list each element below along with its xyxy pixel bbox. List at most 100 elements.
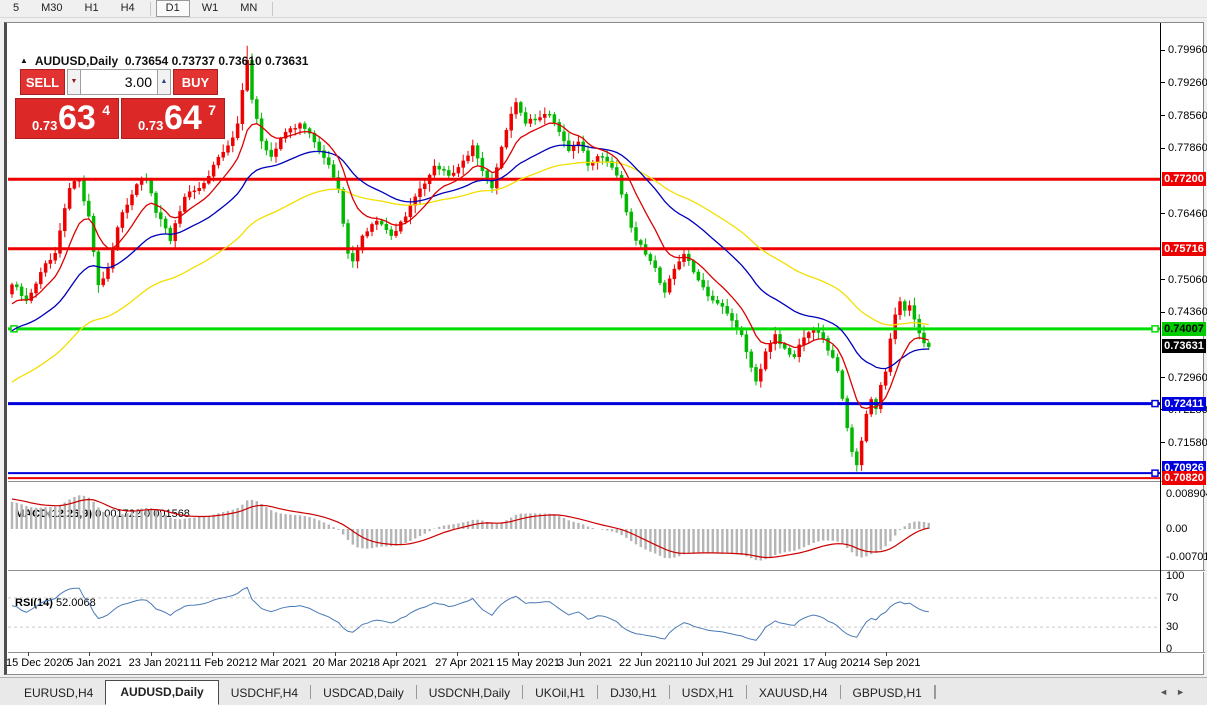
tab-scroll-arrows: ◄► bbox=[1159, 687, 1193, 697]
date-axis-label: 23 Jan 2021 bbox=[128, 657, 190, 669]
date-axis-label: 29 Jul 2021 bbox=[741, 657, 799, 669]
date-axis-tick bbox=[334, 652, 336, 656]
price-axis-tick-label: 0.71580 bbox=[1168, 436, 1207, 449]
timeframe-button-d1[interactable]: D1 bbox=[155, 0, 190, 17]
price-axis-tick bbox=[1161, 115, 1165, 117]
buy-price-pip: 7 bbox=[208, 102, 216, 118]
symbol-tab-dj30[interactable]: DJ30,H1 bbox=[598, 683, 669, 704]
buy-price-big: 64 bbox=[164, 99, 202, 137]
date-axis-label: 8 Apr 2021 bbox=[373, 657, 428, 669]
price-axis-tick-label: 0.78560 bbox=[1168, 109, 1207, 122]
date-axis-label: 4 Sep 2021 bbox=[864, 657, 921, 669]
timeframe-button-5[interactable]: 5 bbox=[3, 0, 29, 17]
symbol-tab-bar: EURUSD,H4 AUDUSD,Daily USDCHF,H4 USDCAD,Dai… bbox=[0, 677, 1207, 705]
sell-button[interactable]: SELL bbox=[20, 69, 65, 95]
price-level-label: 0.77200 bbox=[1162, 172, 1206, 187]
date-axis-tick bbox=[89, 652, 91, 656]
date-axis-tick bbox=[702, 652, 704, 656]
date-axis-label: 17 Aug 2021 bbox=[802, 657, 865, 669]
buy-button[interactable]: BUY bbox=[173, 69, 218, 95]
symbol-tab-xauusd[interactable]: XAUUSD,H4 bbox=[747, 683, 840, 704]
price-axis-tick bbox=[1161, 377, 1165, 379]
sell-price-prefix: 0.73 bbox=[32, 118, 58, 133]
chart-symbol-period: AUDUSD,Daily bbox=[34, 54, 119, 68]
timeframe-button-h1[interactable]: H1 bbox=[75, 0, 109, 17]
price-axis-tick-label: 0.79960 bbox=[1168, 44, 1207, 56]
price-axis-tick bbox=[1161, 442, 1165, 443]
price-level-label: 0.70820 bbox=[1162, 471, 1206, 486]
date-axis-tick bbox=[395, 652, 397, 656]
price-axis-tick bbox=[1161, 82, 1165, 84]
price-axis-tick-label: 0.76460 bbox=[1168, 207, 1207, 220]
price-axis-tick-label: 0.77860 bbox=[1168, 142, 1207, 155]
price-axis-tick-label: 0.74360 bbox=[1168, 306, 1207, 319]
price-level-label: 0.74007 bbox=[1162, 321, 1206, 336]
pane-divider[interactable] bbox=[8, 652, 1205, 654]
date-axis-tick bbox=[641, 652, 642, 656]
timeframe-button-mn[interactable]: MN bbox=[230, 0, 267, 17]
date-axis-label: 20 Mar 2021 bbox=[312, 657, 375, 669]
symbol-tab-usdchf[interactable]: USDCHF,H4 bbox=[219, 683, 310, 704]
timeframe-button-w1[interactable]: W1 bbox=[192, 0, 229, 17]
chart-title: ▲ AUDUSD,Daily 0.73654 0.73737 0.73610 0… bbox=[20, 54, 308, 68]
price-axis-tick bbox=[1161, 279, 1165, 280]
date-axis-tick bbox=[150, 652, 152, 656]
buy-price-box[interactable]: 0.73 64 7 bbox=[121, 98, 225, 139]
symbol-tab-usdx[interactable]: USDX,H1 bbox=[670, 683, 746, 704]
ohlc-open: 0.73654 bbox=[124, 54, 169, 68]
symbol-tab-usdcad[interactable]: USDCAD,Daily bbox=[311, 683, 416, 704]
ohlc-low: 0.73610 bbox=[218, 54, 262, 68]
date-axis-label: 22 Jun 2021 bbox=[619, 657, 680, 669]
tab-scroll-left-icon[interactable]: ◄ bbox=[1159, 687, 1176, 697]
tab-separator bbox=[934, 685, 936, 699]
price-axis-tick bbox=[1161, 49, 1165, 51]
price-level-label: 0.72411 bbox=[1162, 396, 1206, 411]
symbol-tab-eurusd[interactable]: EURUSD,H4 bbox=[12, 683, 105, 704]
date-axis-label: 5 Jan 2021 bbox=[67, 657, 122, 669]
macd-axis-label: 0.00 bbox=[1166, 523, 1188, 535]
date-axis-label: 11 Feb 2021 bbox=[189, 657, 251, 669]
price-level-label: 0.75716 bbox=[1162, 241, 1206, 256]
buy-price-prefix: 0.73 bbox=[138, 118, 164, 133]
date-axis-tick bbox=[211, 652, 213, 656]
price-level-label: 0.73631 bbox=[1162, 339, 1206, 354]
toolbar-separator bbox=[149, 1, 151, 16]
macd-axis-label: -0.007017 bbox=[1166, 550, 1207, 563]
timeframe-button-m30[interactable]: M30 bbox=[31, 0, 72, 17]
rsi-axis-label: 70 bbox=[1166, 591, 1179, 604]
price-axis-tick-label: 0.79260 bbox=[1168, 76, 1207, 89]
date-axis-tick bbox=[273, 652, 275, 656]
timeframe-button-h4[interactable]: H4 bbox=[111, 0, 145, 17]
date-axis-label: 15 May 2021 bbox=[496, 657, 560, 669]
one-click-trade-panel: SELL ▼ ▲ BUY 0.73 63 4 0.73 64 7 bbox=[15, 69, 227, 139]
timeframe-toolbar: 5 M30 H1 H4 D1 W1 MN bbox=[0, 0, 1207, 18]
symbol-tab-gbpusd[interactable]: GBPUSD,H1 bbox=[841, 683, 934, 704]
rsi-axis-label: 0 bbox=[1166, 643, 1173, 655]
macd-axis-label: 0.008904 bbox=[1166, 487, 1207, 500]
date-axis-label: 2 Mar 2021 bbox=[251, 657, 307, 669]
symbol-tab-ukoil[interactable]: UKOil,H1 bbox=[523, 683, 597, 704]
price-axis-tick bbox=[1161, 311, 1165, 313]
volume-increase-button[interactable]: ▲ bbox=[158, 69, 171, 95]
rsi-axis-label: 100 bbox=[1166, 570, 1185, 582]
date-axis-label: 27 Apr 2021 bbox=[435, 657, 495, 669]
ohlc-close: 0.73631 bbox=[265, 54, 309, 68]
date-axis-tick bbox=[28, 652, 29, 656]
macd-indicator-pane[interactable] bbox=[8, 482, 1160, 568]
trading-app-window: 5 M30 H1 H4 D1 W1 MN ▲ AUDUSD,Daily 0.73654 0.… bbox=[0, 0, 1207, 705]
price-axis-tick-label: 0.72960 bbox=[1168, 371, 1207, 384]
sell-price-big: 63 bbox=[58, 99, 96, 137]
price-axis-line bbox=[1160, 23, 1161, 652]
symbol-tab-audusd[interactable]: AUDUSD,Daily bbox=[105, 680, 219, 705]
date-axis-tick bbox=[763, 652, 765, 656]
volume-decrease-button[interactable]: ▼ bbox=[67, 69, 80, 95]
symbol-tab-usdcnh[interactable]: USDCNH,Daily bbox=[417, 683, 522, 704]
rsi-indicator-pane[interactable] bbox=[8, 571, 1160, 651]
sell-price-box[interactable]: 0.73 63 4 bbox=[15, 98, 119, 139]
volume-input[interactable] bbox=[80, 69, 158, 95]
tab-scroll-right-icon[interactable]: ► bbox=[1176, 687, 1193, 697]
rsi-axis-label: 30 bbox=[1166, 621, 1179, 634]
date-axis-tick bbox=[886, 652, 888, 656]
date-axis-tick bbox=[457, 652, 459, 656]
sell-price-pip: 4 bbox=[102, 102, 110, 118]
